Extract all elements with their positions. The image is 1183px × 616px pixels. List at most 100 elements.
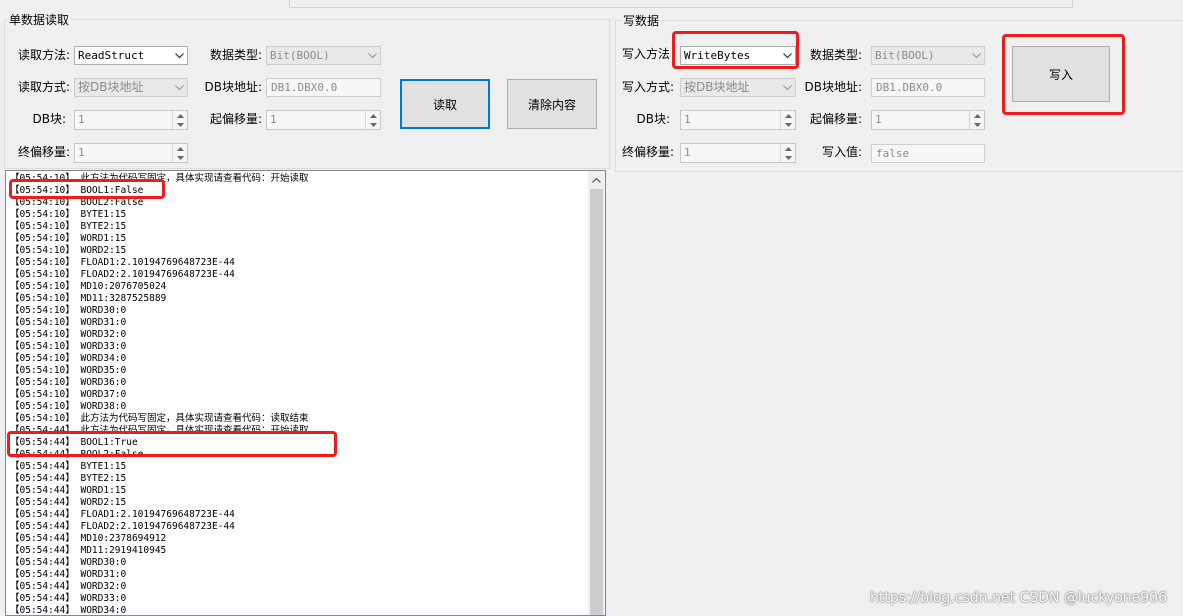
read-datatype-label: 数据类型: bbox=[209, 48, 262, 62]
read-db-stepper[interactable]: 1 bbox=[74, 110, 188, 130]
read-db-value: 1 bbox=[78, 113, 85, 126]
log-line: 【05:54:10】 此方法为代码写固定，具体实现请查看代码：读取结束 bbox=[10, 413, 309, 424]
chevron-up-icon[interactable] bbox=[173, 144, 187, 153]
write-dbaddr-input[interactable]: DB1.DBX0.0 bbox=[871, 78, 985, 97]
read-start-offset-label: 起偏移量: bbox=[209, 112, 262, 126]
read-datatype-value: Bit(BOOL) bbox=[270, 49, 330, 62]
read-start-offset-stepper[interactable]: 1 bbox=[266, 110, 381, 130]
read-end-offset-value: 1 bbox=[78, 146, 85, 159]
log-line: 【05:54:44】 WORD31:0 bbox=[10, 569, 127, 580]
read-dbaddr-label: DB块地址: bbox=[204, 80, 262, 94]
write-end-offset-stepper[interactable]: 1 bbox=[680, 143, 796, 163]
log-line: 【05:54:10】 BYTE1:15 bbox=[10, 209, 127, 220]
log-scrollbar[interactable] bbox=[588, 171, 605, 615]
chevron-up-icon[interactable] bbox=[781, 111, 795, 120]
read-button[interactable]: 读取 bbox=[400, 79, 490, 129]
read-mode-value: 按DB块地址 bbox=[78, 80, 144, 94]
chevron-down-icon[interactable] bbox=[970, 120, 984, 129]
log-line: 【05:54:44】 MD11:2919410945 bbox=[10, 545, 167, 556]
chevron-down-icon[interactable] bbox=[780, 79, 795, 96]
write-dbaddr-label: DB块地址: bbox=[804, 80, 862, 94]
write-datatype-select[interactable]: Bit(BOOL) bbox=[871, 46, 985, 65]
write-end-offset-value: 1 bbox=[684, 146, 691, 159]
log-line: 【05:54:44】 WORD2:15 bbox=[10, 497, 127, 508]
log-line: 【05:54:44】 MD10:2378694912 bbox=[10, 533, 167, 544]
log-line: 【05:54:10】 WORD32:0 bbox=[10, 329, 127, 340]
chevron-down-icon[interactable] bbox=[172, 79, 187, 96]
log-line: 【05:54:10】 WORD35:0 bbox=[10, 365, 127, 376]
log-line: 【05:54:44】 WORD30:0 bbox=[10, 557, 127, 568]
write-mode-select[interactable]: 按DB块地址 bbox=[680, 78, 796, 97]
write-start-offset-value: 1 bbox=[875, 113, 882, 126]
write-mode-label: 写入方式: bbox=[621, 80, 674, 94]
top-strip bbox=[289, 0, 1073, 8]
log-line: 【05:54:10】 WORD38:0 bbox=[10, 401, 127, 412]
log-line: 【05:54:10】 WORD36:0 bbox=[10, 377, 127, 388]
log-line: 【05:54:10】 WORD37:0 bbox=[10, 389, 127, 400]
chevron-down-icon[interactable] bbox=[969, 47, 984, 64]
chevron-down-icon[interactable] bbox=[173, 120, 187, 129]
read-method-label: 读取方法: bbox=[17, 48, 70, 62]
chevron-up-icon[interactable] bbox=[970, 111, 984, 120]
annotation-box-write-method bbox=[672, 31, 799, 69]
log-lines: 【05:54:10】 此方法为代码写固定，具体实现请查看代码：开始读取 【05:5… bbox=[10, 173, 587, 616]
write-end-offset-label: 终偏移量: bbox=[621, 145, 674, 159]
write-datatype-label: 数据类型: bbox=[809, 48, 862, 62]
log-line: 【05:54:44】 BYTE1:15 bbox=[10, 461, 127, 472]
log-line: 【05:54:10】 WORD1:15 bbox=[10, 233, 127, 244]
write-group-title: 写数据 bbox=[621, 12, 662, 29]
log-line: 【05:54:10】 FLOAD1:2.10194769648723E-44 bbox=[10, 257, 235, 268]
read-end-offset-stepper[interactable]: 1 bbox=[74, 143, 188, 163]
annotation-box-bool-true bbox=[7, 431, 337, 457]
log-line: 【05:54:44】 FLOAD1:2.10194769648723E-44 bbox=[10, 509, 235, 520]
write-db-label: DB块: bbox=[636, 112, 670, 126]
chevron-down-icon[interactable] bbox=[366, 120, 380, 129]
log-line: 【05:54:44】 FLOAD2:2.10194769648723E-44 bbox=[10, 521, 235, 532]
log-line: 【05:54:44】 WORD34:0 bbox=[10, 605, 127, 616]
annotation-box-write-button bbox=[1002, 34, 1125, 115]
read-mode-select[interactable]: 按DB块地址 bbox=[74, 78, 188, 97]
chevron-down-icon[interactable] bbox=[781, 120, 795, 129]
scrollbar-thumb[interactable] bbox=[590, 189, 603, 615]
chevron-down-icon[interactable] bbox=[172, 47, 187, 64]
read-method-select[interactable]: ReadStruct bbox=[74, 46, 188, 65]
read-group-title: 单数据读取 bbox=[7, 11, 72, 28]
read-datatype-select[interactable]: Bit(BOOL) bbox=[266, 46, 381, 65]
write-db-value: 1 bbox=[684, 113, 691, 126]
chevron-down-icon[interactable] bbox=[173, 153, 187, 162]
chevron-up-icon[interactable] bbox=[588, 171, 605, 188]
annotation-box-bool-false bbox=[9, 179, 165, 199]
log-line: 【05:54:44】 WORD32:0 bbox=[10, 581, 127, 592]
log-line: 【05:54:44】 WORD33:0 bbox=[10, 593, 127, 604]
log-line: 【05:54:10】 WORD34:0 bbox=[10, 353, 127, 364]
read-db-label: DB块: bbox=[32, 112, 66, 126]
write-start-offset-stepper[interactable]: 1 bbox=[871, 110, 985, 130]
write-datatype-value: Bit(BOOL) bbox=[875, 49, 935, 62]
clear-button[interactable]: 清除内容 bbox=[507, 79, 597, 129]
log-line: 【05:54:10】 MD11:3287525889 bbox=[10, 293, 167, 304]
read-mode-label: 读取方式: bbox=[17, 80, 70, 94]
chevron-down-icon[interactable] bbox=[365, 47, 380, 64]
log-line: 【05:54:10】 WORD30:0 bbox=[10, 305, 127, 316]
chevron-up-icon[interactable] bbox=[781, 144, 795, 153]
log-line: 【05:54:44】 BYTE2:15 bbox=[10, 473, 127, 484]
write-value-label: 写入值: bbox=[821, 145, 862, 159]
log-textarea[interactable]: 【05:54:10】 此方法为代码写固定，具体实现请查看代码：开始读取 【05:5… bbox=[5, 170, 606, 616]
write-start-offset-label: 起偏移量: bbox=[809, 112, 862, 126]
write-db-stepper[interactable]: 1 bbox=[680, 110, 796, 130]
read-dbaddr-input[interactable]: DB1.DBX0.0 bbox=[266, 78, 381, 97]
log-line: 【05:54:10】 FLOAD2:2.10194769648723E-44 bbox=[10, 269, 235, 280]
read-start-offset-value: 1 bbox=[270, 113, 277, 126]
log-line: 【05:54:44】 WORD1:15 bbox=[10, 485, 127, 496]
write-mode-value: 按DB块地址 bbox=[684, 80, 750, 94]
chevron-up-icon[interactable] bbox=[366, 111, 380, 120]
log-line: 【05:54:10】 BYTE2:15 bbox=[10, 221, 127, 232]
watermark: https://blog.csdn.net CSDN @luckyone906 bbox=[870, 590, 1167, 606]
chevron-up-icon[interactable] bbox=[173, 111, 187, 120]
write-value-input[interactable]: false bbox=[871, 144, 985, 163]
read-end-offset-label: 终偏移量: bbox=[17, 145, 70, 159]
read-method-value: ReadStruct bbox=[78, 49, 145, 62]
log-line: 【05:54:10】 MD10:2076705024 bbox=[10, 281, 167, 292]
chevron-down-icon[interactable] bbox=[781, 153, 795, 162]
log-line: 【05:54:10】 WORD31:0 bbox=[10, 317, 127, 328]
